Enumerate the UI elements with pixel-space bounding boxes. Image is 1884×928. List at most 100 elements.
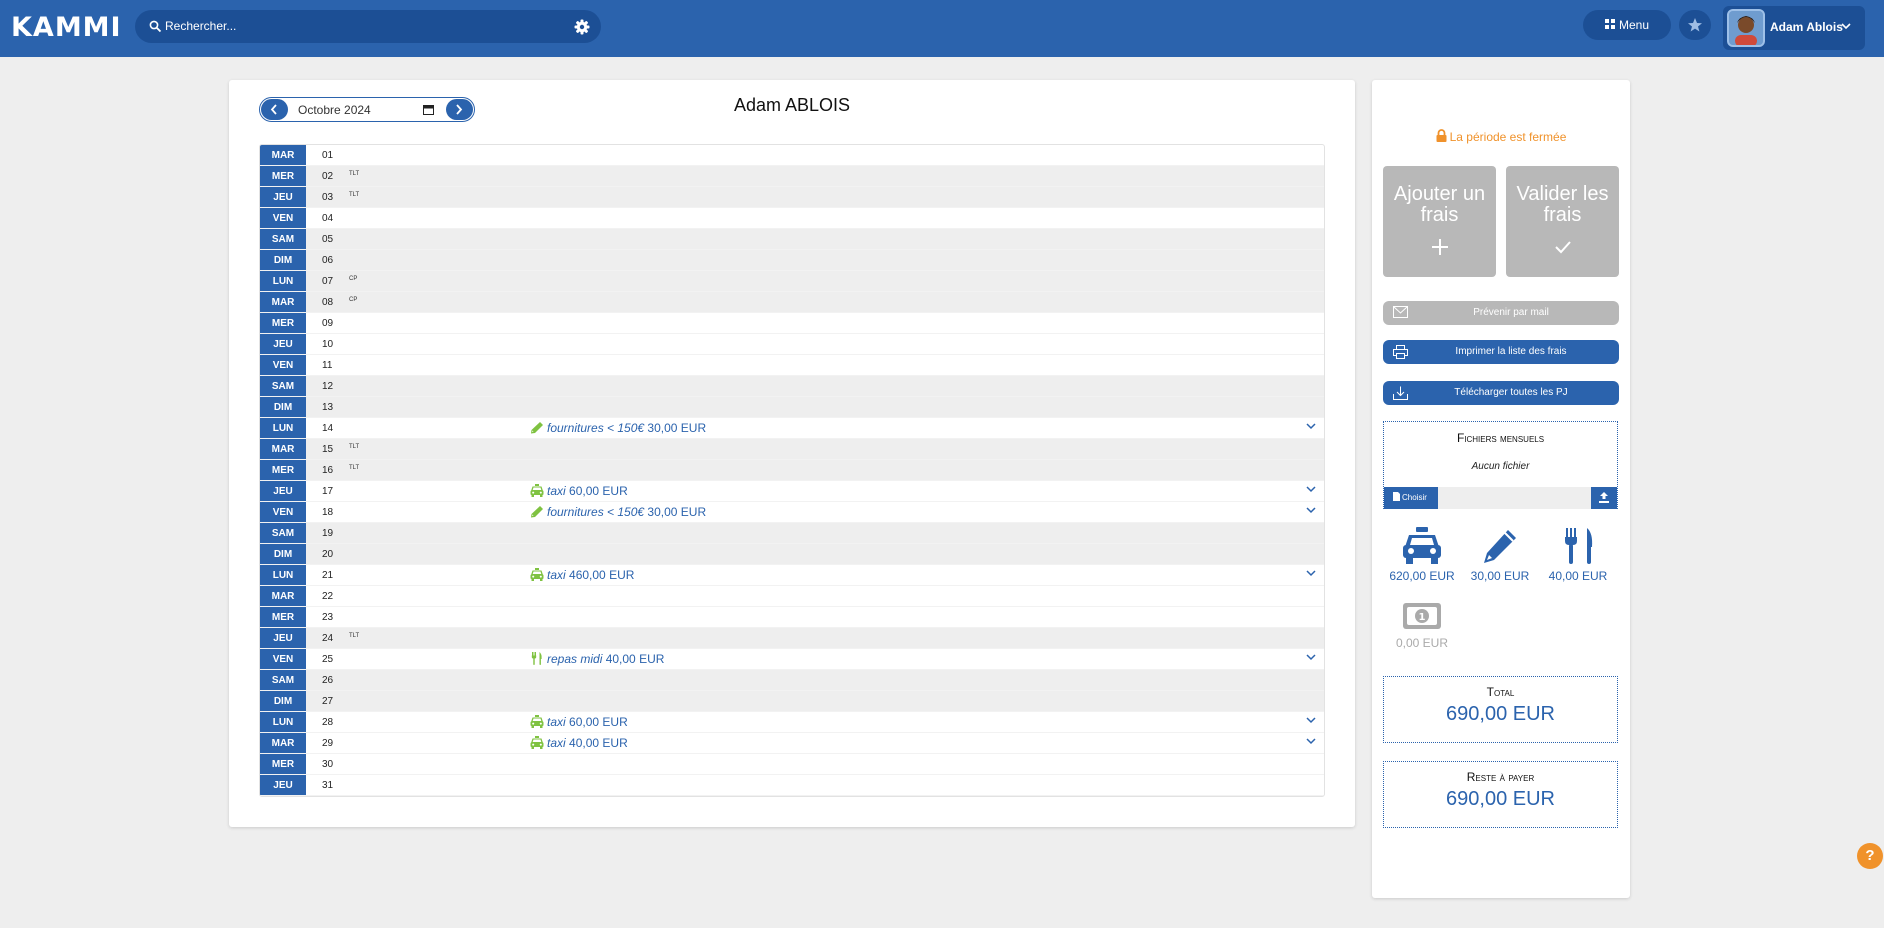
calendar-day-row[interactable]: VEN 04: [260, 208, 1324, 229]
category-supplies: 30,00 EUR: [1461, 527, 1539, 583]
expense-entry[interactable]: taxi 460,00 EUR: [530, 568, 634, 583]
chevron-down-icon[interactable]: [1306, 485, 1316, 493]
expense-entry[interactable]: fournitures < 150€ 30,00 EUR: [530, 505, 706, 520]
calendar-day-row[interactable]: VEN 11: [260, 355, 1324, 376]
expense-entry[interactable]: taxi 60,00 EUR: [530, 715, 628, 730]
file-input-bar[interactable]: Choisir: [1384, 487, 1617, 509]
calendar-day-row[interactable]: LUN 21 taxi 460,00 EUR: [260, 565, 1324, 586]
expense-entry[interactable]: taxi 60,00 EUR: [530, 484, 628, 499]
calendar-day-row[interactable]: VEN 25 repas midi 40,00 EUR: [260, 649, 1324, 670]
calendar-day-row[interactable]: MAR 29 taxi 40,00 EUR: [260, 733, 1324, 754]
day-number: 15: [322, 444, 334, 455]
day-number: 24: [322, 633, 334, 644]
download-attachments-button[interactable]: Télécharger toutes les PJ: [1383, 381, 1619, 405]
calendar-day-row[interactable]: SAM 05: [260, 229, 1324, 250]
calendar-day-row[interactable]: LUN 14 fournitures < 150€ 30,00 EUR: [260, 418, 1324, 439]
avatar: [1727, 9, 1765, 47]
chevron-down-icon[interactable]: [1306, 569, 1316, 577]
chevron-down-icon[interactable]: [1306, 422, 1316, 430]
calendar-day-row[interactable]: MAR 01: [260, 145, 1324, 166]
expense-amount: 460,00 EUR: [569, 568, 635, 582]
upload-button[interactable]: [1591, 487, 1617, 509]
day-number: 14: [322, 423, 334, 434]
day-number: 18: [322, 507, 334, 518]
calendar-day-row[interactable]: MER 23: [260, 607, 1324, 628]
calendar-day-row[interactable]: JEU 03 TLT: [260, 187, 1324, 208]
choose-file-button[interactable]: Choisir: [1384, 487, 1438, 509]
validate-expenses-button[interactable]: Valider les frais: [1506, 166, 1619, 277]
day-name: VEN: [260, 355, 306, 375]
user-menu-button[interactable]: Adam Ablois: [1723, 6, 1865, 50]
taxi-icon: [530, 715, 544, 728]
category-cash-value: 0,00 EUR: [1395, 636, 1449, 650]
category-taxi-value: 620,00 EUR: [1389, 569, 1455, 583]
chevron-down-icon[interactable]: [1306, 737, 1316, 745]
choose-file-label: Choisir: [1402, 493, 1427, 502]
calendar-day-row[interactable]: MER 16 TLT: [260, 460, 1324, 481]
calendar-day-row[interactable]: LUN 07 CP: [260, 271, 1324, 292]
calendar-day-row[interactable]: MER 30: [260, 754, 1324, 775]
day-number: 07: [322, 276, 334, 287]
chevron-down-icon[interactable]: [1306, 716, 1316, 724]
day-number: 26: [322, 675, 334, 686]
expense-entry[interactable]: repas midi 40,00 EUR: [530, 652, 664, 667]
calendar-day-row[interactable]: DIM 06: [260, 250, 1324, 271]
day-name: LUN: [260, 271, 306, 291]
calendar-day-row[interactable]: DIM 27: [260, 691, 1324, 712]
help-button[interactable]: ?: [1857, 843, 1883, 869]
expense-name: taxi: [547, 736, 566, 750]
gear-icon[interactable]: [573, 18, 591, 36]
chevron-down-icon[interactable]: [1306, 506, 1316, 514]
day-number: 27: [322, 696, 334, 707]
calendar-day-row[interactable]: VEN 18 fournitures < 150€ 30,00 EUR: [260, 502, 1324, 523]
calendar-day-row[interactable]: JEU 17 taxi 60,00 EUR: [260, 481, 1324, 502]
app-logo[interactable]: KAMMI: [11, 12, 122, 43]
calendar-day-row[interactable]: JEU 24 TLT: [260, 628, 1324, 649]
search-bar[interactable]: Rechercher...: [135, 10, 601, 43]
day-name: SAM: [260, 376, 306, 396]
add-expense-button[interactable]: Ajouter un frais: [1383, 166, 1496, 277]
expense-amount: 60,00 EUR: [569, 484, 628, 498]
calendar-day-row[interactable]: MER 02 TLT: [260, 166, 1324, 187]
calendar-day-row[interactable]: JEU 10: [260, 334, 1324, 355]
favorites-button[interactable]: [1679, 10, 1711, 40]
period-closed-text: La période est fermée: [1449, 130, 1567, 144]
expense-entry[interactable]: fournitures < 150€ 30,00 EUR: [530, 421, 706, 436]
day-number: 21: [322, 570, 334, 581]
search-input[interactable]: Rechercher...: [165, 19, 236, 33]
day-number: 20: [322, 549, 334, 560]
notify-mail-label: Prévenir par mail: [1473, 307, 1549, 318]
calendar-day-row[interactable]: MAR 15 TLT: [260, 439, 1324, 460]
monthly-files-box: Fichiers mensuels Aucun fichier Choisir: [1383, 421, 1618, 509]
chevron-down-icon[interactable]: [1306, 653, 1316, 661]
day-number: 30: [322, 759, 334, 770]
day-tag: TLT: [349, 171, 360, 177]
taxi-icon: [530, 736, 544, 749]
side-panel: La période est fermée Ajouter un frais V…: [1372, 80, 1630, 898]
menu-button[interactable]: Menu: [1583, 10, 1671, 40]
day-name: SAM: [260, 670, 306, 690]
total-box: Total 690,00 EUR: [1383, 676, 1618, 743]
expense-entry[interactable]: taxi 40,00 EUR: [530, 736, 628, 751]
calendar-day-row[interactable]: DIM 20: [260, 544, 1324, 565]
print-expenses-button[interactable]: Imprimer la liste des frais: [1383, 340, 1619, 364]
grid-icon: [1605, 19, 1615, 29]
calendar-day-row[interactable]: SAM 26: [260, 670, 1324, 691]
calendar-day-row[interactable]: DIM 13: [260, 397, 1324, 418]
day-number: 31: [322, 780, 334, 791]
category-taxi: 620,00 EUR: [1383, 527, 1461, 583]
notify-mail-button[interactable]: Prévenir par mail: [1383, 301, 1619, 325]
day-name: VEN: [260, 208, 306, 228]
calendar-day-row[interactable]: LUN 28 taxi 60,00 EUR: [260, 712, 1324, 733]
calendar-day-row[interactable]: SAM 12: [260, 376, 1324, 397]
day-name: VEN: [260, 502, 306, 522]
calendar-day-row[interactable]: SAM 19: [260, 523, 1324, 544]
calendar-day-row[interactable]: MAR 22: [260, 586, 1324, 607]
cutlery-icon: [531, 652, 542, 665]
expense-name: taxi: [547, 715, 566, 729]
day-name: LUN: [260, 712, 306, 732]
calendar-day-row[interactable]: MER 09: [260, 313, 1324, 334]
calendar-day-row[interactable]: MAR 08 CP: [260, 292, 1324, 313]
day-name: MAR: [260, 733, 306, 753]
calendar-day-row[interactable]: JEU 31: [260, 775, 1324, 796]
